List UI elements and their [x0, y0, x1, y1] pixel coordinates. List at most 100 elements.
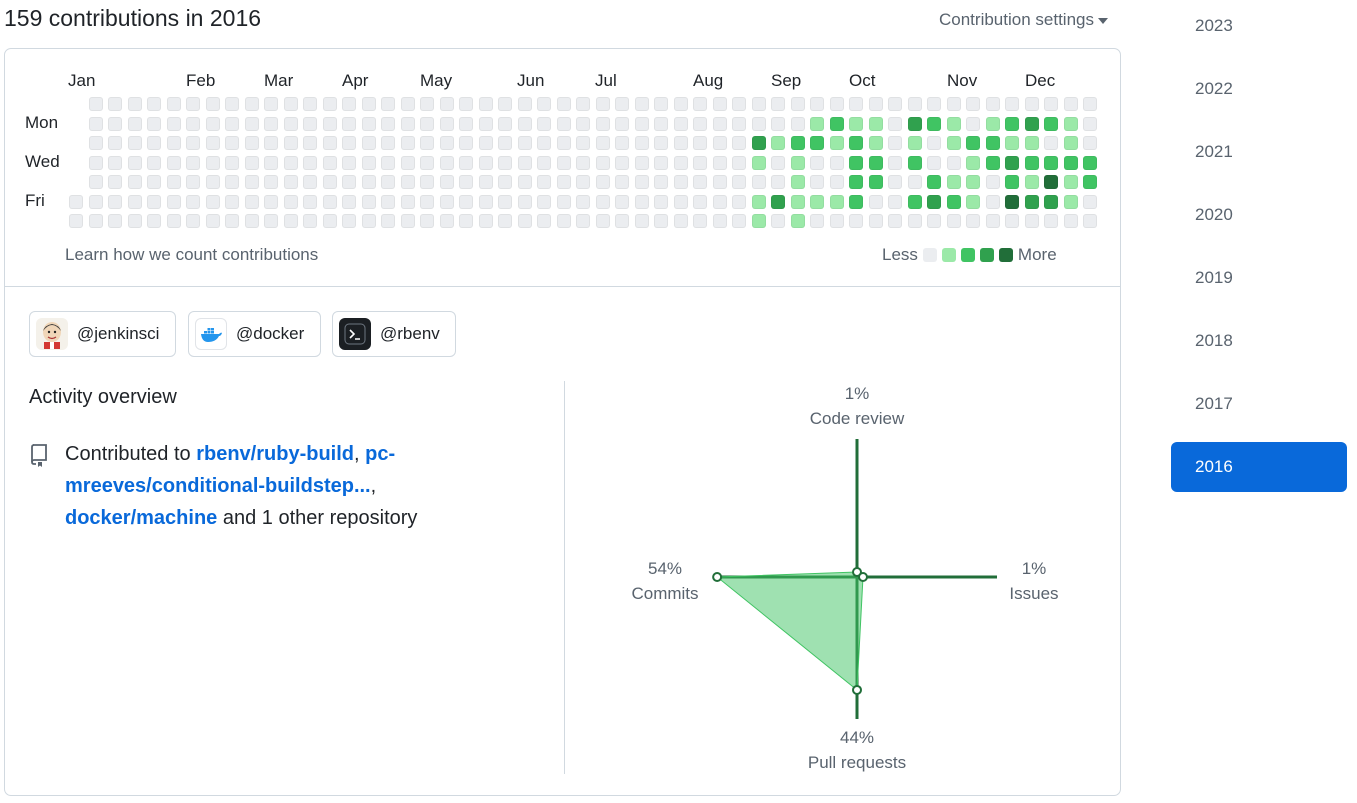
contribution-day[interactable]	[303, 155, 317, 170]
contribution-day[interactable]	[790, 116, 805, 131]
contribution-day[interactable]	[147, 194, 161, 209]
contribution-day[interactable]	[693, 136, 707, 150]
contribution-day[interactable]	[186, 116, 200, 131]
contribution-day[interactable]	[420, 214, 434, 228]
contribution-day[interactable]	[966, 97, 980, 111]
contribution-day[interactable]	[498, 155, 512, 170]
contribution-day[interactable]	[127, 175, 142, 189]
contribution-day[interactable]	[517, 116, 532, 131]
contribution-day[interactable]	[147, 116, 161, 131]
contribution-day[interactable]	[966, 194, 980, 209]
contribution-day[interactable]	[108, 97, 122, 111]
org-filter-docker[interactable]: @docker	[188, 311, 321, 357]
contribution-day[interactable]	[517, 175, 532, 189]
contribution-day[interactable]	[1005, 155, 1019, 170]
contribution-day[interactable]	[985, 155, 1000, 170]
contribution-day[interactable]	[1024, 194, 1039, 209]
contribution-day[interactable]	[907, 214, 922, 228]
contribution-day[interactable]	[654, 214, 668, 228]
contribution-day[interactable]	[1024, 97, 1039, 111]
contribution-day[interactable]	[673, 116, 688, 131]
contribution-day[interactable]	[927, 155, 941, 170]
contribution-day[interactable]	[868, 155, 883, 170]
contribution-day[interactable]	[868, 116, 883, 131]
contribution-day[interactable]	[1083, 136, 1097, 150]
contribution-day[interactable]	[283, 136, 298, 150]
contribution-day[interactable]	[946, 136, 961, 150]
contribution-day[interactable]	[88, 155, 103, 170]
contribution-day[interactable]	[576, 97, 590, 111]
contribution-day[interactable]	[595, 175, 610, 189]
contribution-day[interactable]	[927, 97, 941, 111]
contribution-day[interactable]	[615, 214, 629, 228]
contribution-day[interactable]	[342, 175, 356, 189]
contribution-day[interactable]	[498, 175, 512, 189]
contribution-day[interactable]	[1063, 97, 1078, 111]
contribution-day[interactable]	[907, 155, 922, 170]
contribution-day[interactable]	[985, 214, 1000, 228]
contribution-day[interactable]	[1063, 175, 1078, 189]
contribution-day[interactable]	[849, 175, 863, 189]
contribution-day[interactable]	[517, 214, 532, 228]
contribution-day[interactable]	[244, 155, 259, 170]
contribution-day[interactable]	[868, 175, 883, 189]
contribution-day[interactable]	[985, 194, 1000, 209]
year-link-2018[interactable]: 2018	[1171, 316, 1347, 366]
contribution-day[interactable]	[595, 214, 610, 228]
contribution-day[interactable]	[634, 155, 649, 170]
contribution-day[interactable]	[478, 116, 493, 131]
contribution-day[interactable]	[225, 136, 239, 150]
contribution-day[interactable]	[634, 175, 649, 189]
contribution-day[interactable]	[225, 194, 239, 209]
contribution-day[interactable]	[88, 136, 103, 150]
contribution-day[interactable]	[478, 97, 493, 111]
contribution-day[interactable]	[732, 116, 746, 131]
contribution-day[interactable]	[322, 175, 337, 189]
contribution-day[interactable]	[205, 214, 220, 228]
contribution-day[interactable]	[322, 194, 337, 209]
contribution-day[interactable]	[1024, 155, 1039, 170]
contribution-day[interactable]	[381, 136, 395, 150]
contribution-day[interactable]	[829, 175, 844, 189]
contribution-day[interactable]	[439, 97, 454, 111]
contribution-day[interactable]	[537, 194, 551, 209]
contribution-day[interactable]	[381, 214, 395, 228]
contribution-day[interactable]	[517, 155, 532, 170]
contribution-day[interactable]	[1044, 155, 1058, 170]
contribution-day[interactable]	[576, 194, 590, 209]
contribution-day[interactable]	[712, 155, 727, 170]
contribution-day[interactable]	[322, 155, 337, 170]
contribution-day[interactable]	[985, 136, 1000, 150]
contribution-day[interactable]	[888, 136, 902, 150]
contribution-day[interactable]	[127, 214, 142, 228]
contribution-day[interactable]	[381, 116, 395, 131]
contribution-day[interactable]	[576, 175, 590, 189]
contribution-day[interactable]	[1005, 175, 1019, 189]
contribution-day[interactable]	[810, 116, 824, 131]
contribution-day[interactable]	[712, 175, 727, 189]
contribution-day[interactable]	[576, 116, 590, 131]
contribution-day[interactable]	[673, 214, 688, 228]
contribution-day[interactable]	[712, 136, 727, 150]
contribution-day[interactable]	[868, 194, 883, 209]
contribution-day[interactable]	[166, 214, 181, 228]
contribution-day[interactable]	[361, 175, 376, 189]
contribution-day[interactable]	[654, 116, 668, 131]
contribution-day[interactable]	[1005, 194, 1019, 209]
contribution-day[interactable]	[693, 155, 707, 170]
contribution-day[interactable]	[712, 194, 727, 209]
contribution-day[interactable]	[634, 116, 649, 131]
contribution-day[interactable]	[888, 175, 902, 189]
contribution-day[interactable]	[888, 214, 902, 228]
contribution-day[interactable]	[946, 214, 961, 228]
contribution-day[interactable]	[342, 214, 356, 228]
contribution-day[interactable]	[615, 116, 629, 131]
contribution-day[interactable]	[186, 155, 200, 170]
contribution-day[interactable]	[946, 116, 961, 131]
contribution-day[interactable]	[342, 116, 356, 131]
contribution-day[interactable]	[205, 194, 220, 209]
contribution-day[interactable]	[478, 214, 493, 228]
contribution-day[interactable]	[342, 97, 356, 111]
contribution-day[interactable]	[829, 136, 844, 150]
contribution-day[interactable]	[810, 155, 824, 170]
